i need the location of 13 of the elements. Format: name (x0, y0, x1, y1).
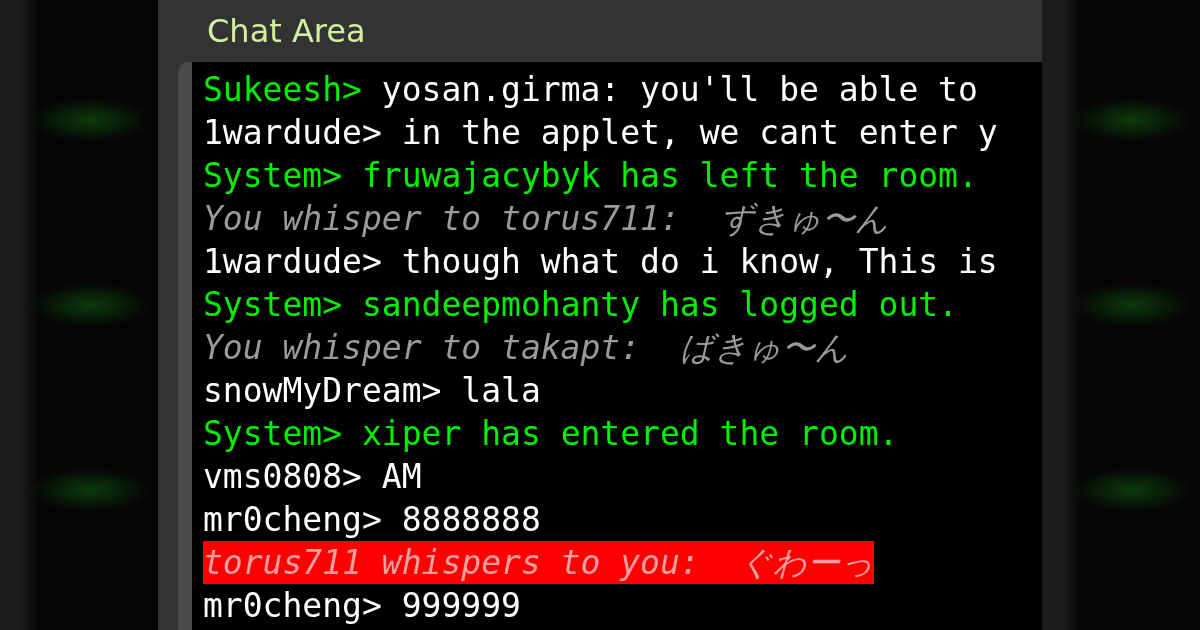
panel-title: Chat Area (207, 12, 366, 50)
chat-line: System> sandeepmohanty has logged out. (203, 284, 958, 326)
chat-line: Sukeesh> yosan.girma: you'll be able to (203, 69, 978, 111)
chat-line: snowMyDream> lala (203, 370, 541, 412)
chat-line: System> xiper has entered the room. (203, 413, 899, 455)
chat-line: 1wardude> in the applet, we cant enter y (203, 112, 998, 154)
chat-line: You whisper to torus711: ずきゅ〜ん (203, 198, 889, 240)
chat-line: mr0cheng> 8888888 (203, 499, 541, 541)
chat-line: mr0cheng> 999999 (203, 585, 521, 627)
chat-line: vms0808> AM (203, 456, 422, 498)
chat-line: You whisper to takapt: ばきゅ〜ん (203, 327, 849, 369)
chat-line: System> fruwajacybyk has left the room. (203, 155, 978, 197)
chat-line: 1wardude> though what do i know, This is (203, 241, 998, 283)
